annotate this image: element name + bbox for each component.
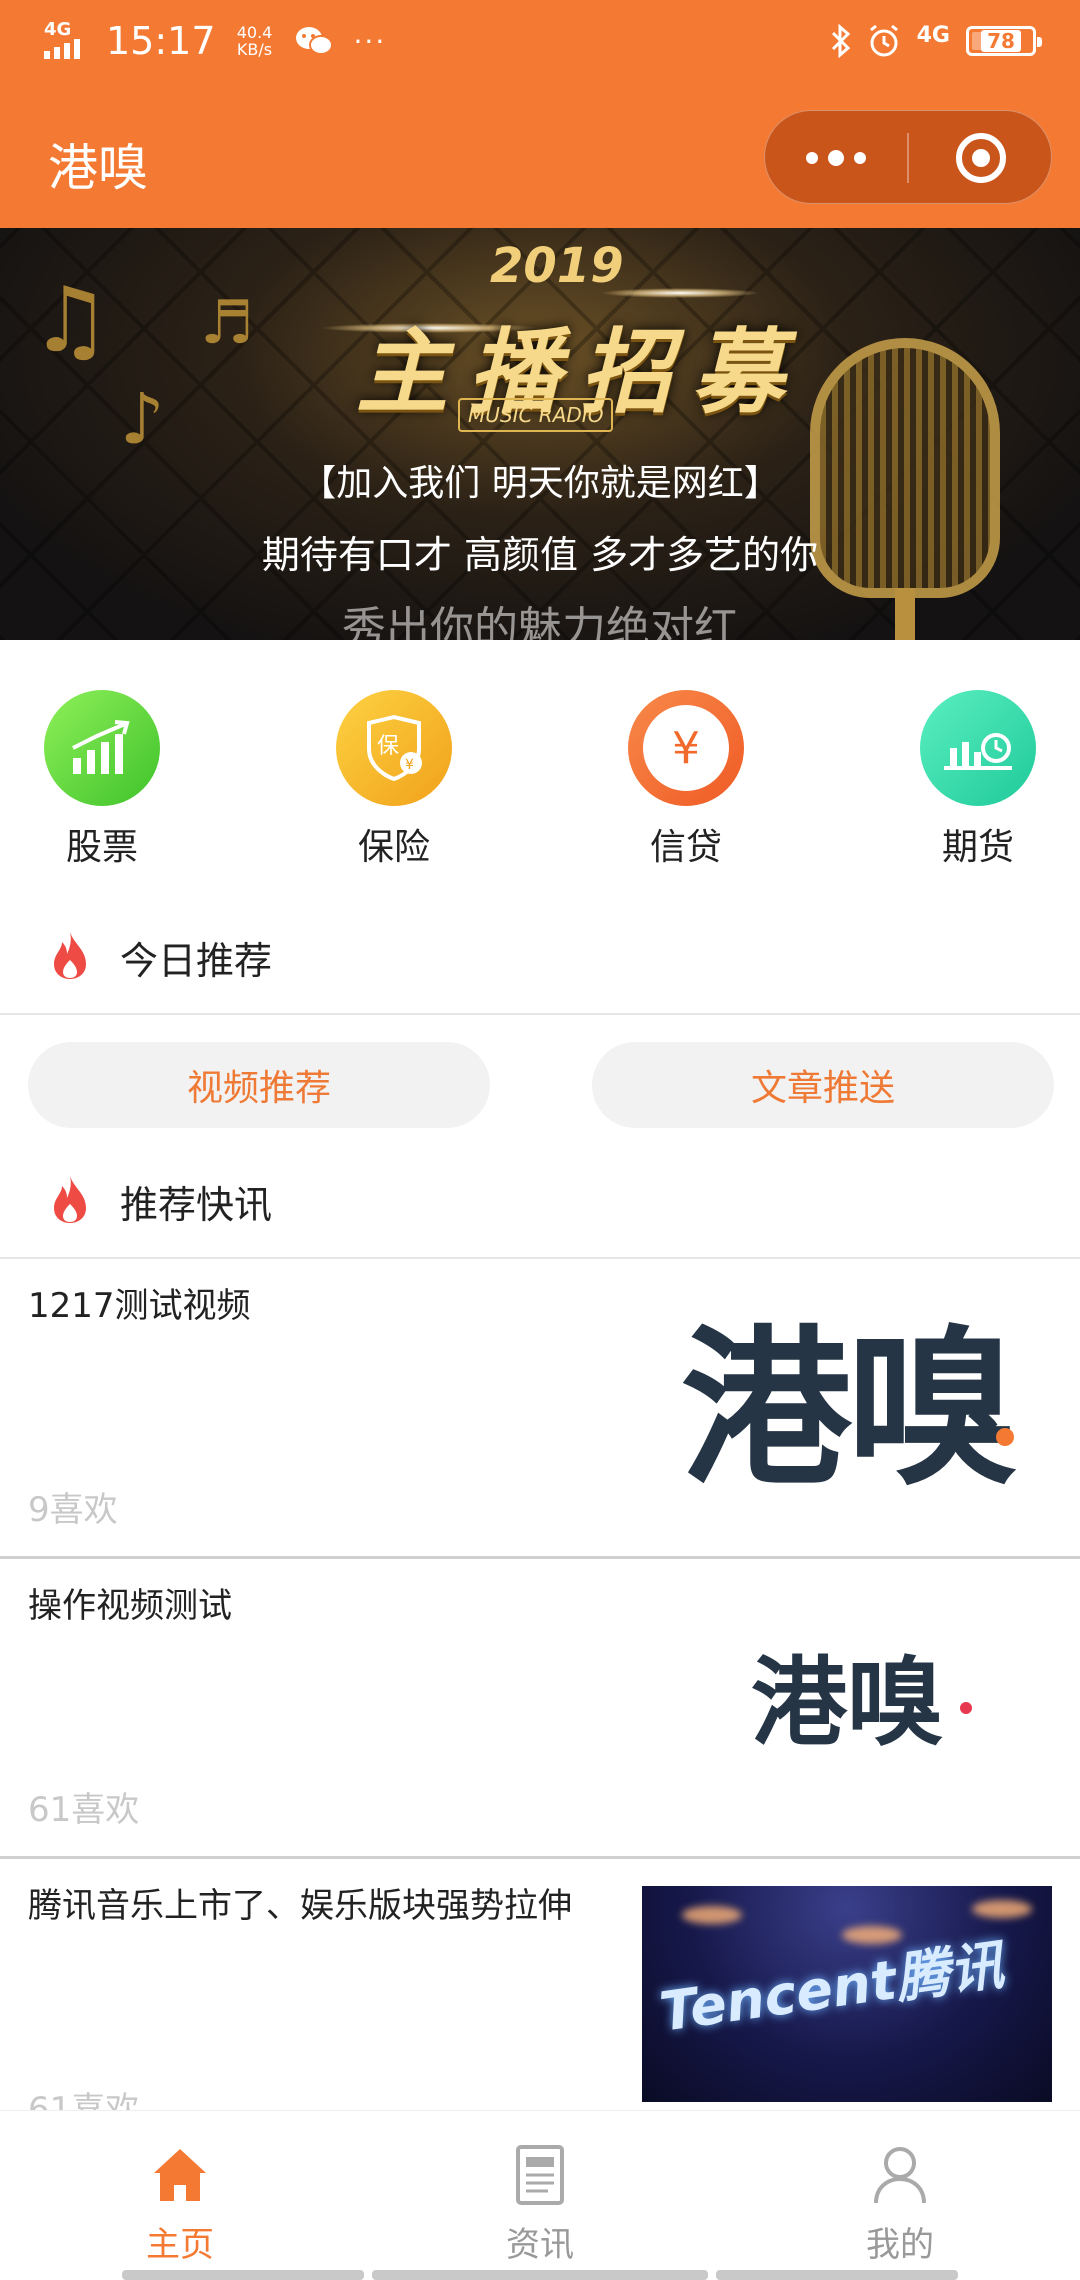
video-recommend-button[interactable]: 视频推荐 <box>28 1042 490 1128</box>
logo-dot <box>996 1428 1014 1446</box>
home-icon <box>154 2149 206 2201</box>
article-item[interactable]: 腾讯音乐上市了、娱乐版块强势拉伸 61喜欢 Tencent腾讯 <box>0 1860 1080 2110</box>
network-type: 4G <box>44 19 72 40</box>
bottom-tab-bar: 主页 资讯 我的 <box>0 2110 1080 2280</box>
alarm-icon <box>869 24 898 57</box>
category-insurance[interactable]: 保 ¥ 保险 <box>294 690 494 880</box>
article-thumbnail: Tencent腾讯 <box>642 1886 1052 2102</box>
logo-dot <box>960 1702 972 1714</box>
banner-tag: MUSIC RADIO <box>458 398 614 432</box>
gesture-bar <box>122 2270 364 2280</box>
battery-icon: 78 <box>966 26 1042 56</box>
nav-bar: 港嗅 <box>0 82 1080 228</box>
close-target-icon <box>956 133 1006 183</box>
speed-value: 40.4 <box>236 23 273 42</box>
article-thumbnail: 港嗅 <box>642 1586 1052 1802</box>
article-title: 1217测试视频 <box>28 1286 251 1326</box>
category-label: 信贷 <box>649 827 722 868</box>
article-item[interactable]: 1217测试视频 9喜欢 港嗅 <box>0 1260 1080 1560</box>
tab-label: 资讯 <box>506 2225 574 2265</box>
section-title: 推荐快讯 <box>120 1183 273 1227</box>
status-more: ··· <box>353 24 387 58</box>
tab-profile[interactable]: 我的 <box>720 2111 1080 2280</box>
music-note-icon: ♬ <box>200 288 254 358</box>
article-likes: 61喜欢 <box>28 1790 140 1830</box>
category-label: 保险 <box>357 827 430 868</box>
close-button[interactable] <box>909 111 1053 205</box>
profile-icon <box>874 2147 926 2204</box>
article-thumbnail: 港嗅 <box>642 1286 1052 1509</box>
tab-label: 主页 <box>146 2225 214 2265</box>
network-type-right: 4G <box>916 22 950 48</box>
article-push-button[interactable]: 文章推送 <box>592 1042 1054 1128</box>
battery-level: 78 <box>981 30 1021 52</box>
gesture-bar <box>716 2270 958 2280</box>
banner-line-1: 【加入我们 明天你就是网红】 <box>300 463 780 504</box>
article-item[interactable]: 操作视频测试 61喜欢 港嗅 <box>0 1560 1080 1860</box>
tencent-image: Tencent腾讯 <box>642 1886 1052 2102</box>
more-button[interactable] <box>765 111 907 205</box>
tencent-logo-text: Tencent腾讯 <box>655 1933 1008 2044</box>
yuan-coin-icon: ¥ <box>628 690 744 806</box>
banner-line-3: 秀出你的魅力绝对红 <box>342 603 738 640</box>
category-label: 股票 <box>65 827 138 868</box>
svg-text:¥: ¥ <box>405 757 414 773</box>
category-grid: 股票 保 ¥ 保险 ¥ 信贷 期货 <box>0 690 1080 890</box>
divider <box>0 1257 1080 1259</box>
article-title: 腾讯音乐上市了、娱乐版块强势拉伸 <box>28 1886 572 1926</box>
bluetooth-icon <box>831 24 850 58</box>
status-bar: 4G 15:17 40.4 KB/s ··· 4G 78 <box>0 0 1080 82</box>
divider <box>0 1856 1080 1859</box>
section-title: 今日推荐 <box>120 939 273 983</box>
tab-label: 我的 <box>866 2225 934 2265</box>
futures-chart-icon <box>920 690 1036 806</box>
banner-year: 2019 <box>490 238 624 294</box>
article-title: 操作视频测试 <box>28 1586 232 1626</box>
category-stock[interactable]: 股票 <box>2 690 202 880</box>
article-likes: 61喜欢 <box>28 2090 140 2110</box>
music-note-icon: ♫ <box>30 268 111 373</box>
music-note-icon: ♪ <box>120 378 165 460</box>
section-news: 推荐快讯 <box>0 1144 1080 1254</box>
signal-icon: 4G <box>44 21 92 61</box>
network-speed: 40.4 KB/s <box>230 24 280 58</box>
speed-unit: KB/s <box>236 40 273 59</box>
page-title: 港嗅 <box>48 139 148 197</box>
insurance-shield-icon: 保 ¥ <box>336 690 452 806</box>
tab-news[interactable]: 资讯 <box>360 2111 720 2280</box>
dot-icon <box>828 150 844 166</box>
flame-icon <box>54 1176 86 1223</box>
dot-icon <box>806 152 818 164</box>
divider <box>0 1013 1080 1015</box>
gesture-bar <box>372 2270 708 2280</box>
banner-line-2: 期待有口才 高颜值 多才多艺的你 <box>261 533 819 577</box>
category-credit[interactable]: ¥ 信贷 <box>586 690 786 880</box>
banner[interactable]: ♫ ♪ ♬ 2019 主播招募 MUSIC RADIO 【加入我们 明天你就是网… <box>0 228 1080 640</box>
svg-text:保: 保 <box>377 734 399 759</box>
stock-chart-icon <box>44 690 160 806</box>
section-today: 今日推荐 <box>0 900 1080 1010</box>
article-likes: 9喜欢 <box>28 1490 118 1530</box>
tab-home[interactable]: 主页 <box>0 2111 360 2280</box>
category-futures[interactable]: 期货 <box>878 690 1078 880</box>
brand-logo: 港嗅 <box>680 1311 1017 1509</box>
status-time: 15:17 <box>106 19 216 63</box>
flame-icon <box>54 932 86 979</box>
brand-logo: 港嗅 <box>751 1646 943 1759</box>
dot-icon <box>854 152 866 164</box>
wechat-icon <box>295 27 333 55</box>
divider <box>0 1556 1080 1559</box>
news-icon <box>516 2145 564 2205</box>
miniprogram-capsule <box>764 110 1052 204</box>
category-label: 期货 <box>941 827 1014 868</box>
